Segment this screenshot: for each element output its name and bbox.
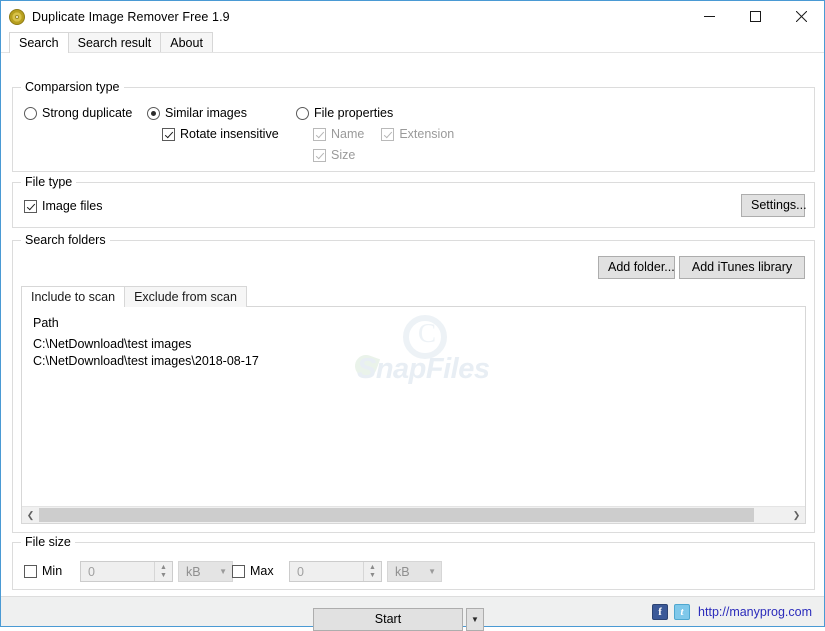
- min-size-unit-select: kB ▼: [178, 561, 233, 582]
- tab-search[interactable]: Search: [9, 32, 69, 54]
- radio-file-properties[interactable]: File properties: [296, 106, 393, 120]
- comparison-type-group: Comparsion type Strong duplicate Similar…: [12, 80, 815, 172]
- minimize-icon: [703, 16, 715, 17]
- checkbox-min-size[interactable]: Min: [24, 564, 62, 578]
- search-folders-legend: Search folders: [21, 233, 110, 247]
- add-folder-button[interactable]: Add folder...: [598, 256, 675, 279]
- checkbox-indicator: [162, 127, 175, 141]
- checkbox-label: Name: [331, 127, 365, 141]
- min-size-stepper: 0 ▲ ▼: [80, 561, 173, 582]
- checkbox-indicator: [24, 564, 37, 578]
- facebook-icon[interactable]: f: [652, 603, 669, 620]
- chevron-down-icon: ▼: [428, 567, 436, 576]
- radio-similar-images[interactable]: Similar images: [147, 106, 247, 120]
- checkbox-label: Image files: [42, 199, 103, 213]
- checkbox-indicator: [24, 199, 37, 213]
- add-itunes-library-button[interactable]: Add iTunes library: [679, 256, 805, 279]
- checkbox-rotate-insensitive[interactable]: Rotate insensitive: [162, 127, 279, 141]
- checkbox-label: Rotate insensitive: [180, 127, 279, 141]
- scrollbar-track[interactable]: [39, 507, 788, 523]
- twitter-icon[interactable]: t: [674, 603, 691, 620]
- file-type-group: File type Image files Settings...: [12, 175, 815, 228]
- arrow-down-icon: ▼: [369, 571, 376, 579]
- disc-icon: [9, 8, 25, 25]
- chevron-right-icon[interactable]: ❯: [788, 507, 805, 523]
- radio-strong-duplicate[interactable]: Strong duplicate: [24, 106, 132, 120]
- checkbox-extension: Extension: [381, 127, 454, 141]
- tab-include-to-scan[interactable]: Include to scan: [21, 286, 126, 308]
- comparison-type-legend: Comparsion type: [21, 80, 124, 94]
- stepper-arrows-icon: ▲ ▼: [154, 562, 172, 581]
- chevron-down-icon: ▼: [219, 567, 227, 576]
- tab-exclude-from-scan[interactable]: Exclude from scan: [124, 286, 247, 307]
- list-item[interactable]: C:\NetDownload\test images\2018-08-17: [33, 353, 805, 370]
- maximize-icon: [749, 11, 761, 22]
- max-size-unit-value: kB: [395, 564, 410, 579]
- checkbox-label: Extension: [399, 127, 455, 141]
- radio-label: Strong duplicate: [42, 106, 133, 120]
- checkbox-indicator: [381, 127, 395, 141]
- checkbox-label: Min: [42, 564, 63, 578]
- file-properties-options-row: Name Extension: [313, 127, 454, 141]
- folders-tabstrip: Include to scan Exclude from scan: [21, 286, 247, 308]
- close-icon: [795, 11, 807, 22]
- checkbox-label: Max: [250, 564, 274, 578]
- application-window: Duplicate Image Remover Free 1.9 Search …: [0, 0, 825, 631]
- scrollbar-thumb[interactable]: [39, 508, 755, 522]
- checkbox-indicator: [313, 148, 326, 162]
- radio-label: File properties: [314, 106, 394, 120]
- window-controls: [686, 1, 824, 32]
- website-link[interactable]: http://manyprog.com: [698, 605, 812, 619]
- checkbox-indicator: [232, 564, 245, 578]
- settings-button[interactable]: Settings...: [741, 194, 807, 217]
- checkbox-name: Name: [313, 127, 364, 141]
- max-size-stepper: 0 ▲ ▼: [289, 561, 382, 582]
- max-size-value: 0: [297, 564, 304, 579]
- radio-label: Similar images: [165, 106, 247, 120]
- checkbox-max-size[interactable]: Max: [232, 564, 274, 578]
- checkbox-image-files[interactable]: Image files: [24, 199, 102, 213]
- folders-list-panel: SnapFiles Path C:\NetDownload\test image…: [21, 306, 806, 524]
- radio-indicator: [147, 106, 160, 120]
- checkbox-size: Size: [313, 148, 355, 162]
- title-bar: Duplicate Image Remover Free 1.9: [1, 1, 824, 32]
- radio-indicator: [296, 106, 309, 120]
- file-size-group: File size Min 0 ▲ ▼ kB ▼ Max 0 ▲ ▼ kB ▼: [12, 535, 815, 590]
- start-button[interactable]: Start: [313, 608, 463, 631]
- checkbox-indicator: [313, 127, 326, 141]
- arrow-up-icon: ▲: [369, 563, 376, 571]
- maximize-button[interactable]: [732, 1, 778, 32]
- arrow-down-icon: ▼: [160, 571, 167, 579]
- radio-indicator: [24, 106, 37, 120]
- tab-search-result[interactable]: Search result: [67, 32, 162, 53]
- chevron-left-icon[interactable]: ❮: [22, 507, 39, 523]
- folders-list: C:\NetDownload\test images C:\NetDownloa…: [33, 336, 805, 370]
- start-action-group: Start ▼: [313, 608, 484, 631]
- column-header-path: Path: [33, 316, 59, 330]
- close-button[interactable]: [778, 1, 824, 32]
- min-size-value: 0: [88, 564, 95, 579]
- main-tabstrip: Search Search result About: [1, 32, 824, 54]
- file-type-legend: File type: [21, 175, 77, 189]
- checkbox-label: Size: [331, 148, 356, 162]
- max-size-unit-select: kB ▼: [387, 561, 442, 582]
- start-dropdown-button[interactable]: ▼: [466, 608, 484, 631]
- arrow-up-icon: ▲: [160, 563, 167, 571]
- minimize-button[interactable]: [686, 1, 732, 32]
- tab-about[interactable]: About: [160, 32, 213, 53]
- search-page: Comparsion type Strong duplicate Similar…: [1, 53, 824, 631]
- stepper-arrows-icon: ▲ ▼: [363, 562, 381, 581]
- search-folders-group: Search folders Add folder... Add iTunes …: [12, 233, 815, 533]
- window-title: Duplicate Image Remover Free 1.9: [32, 9, 230, 24]
- list-item[interactable]: C:\NetDownload\test images: [33, 336, 805, 353]
- min-size-unit-value: kB: [186, 564, 201, 579]
- file-size-legend: File size: [21, 535, 75, 549]
- horizontal-scrollbar[interactable]: ❮ ❯: [22, 506, 805, 523]
